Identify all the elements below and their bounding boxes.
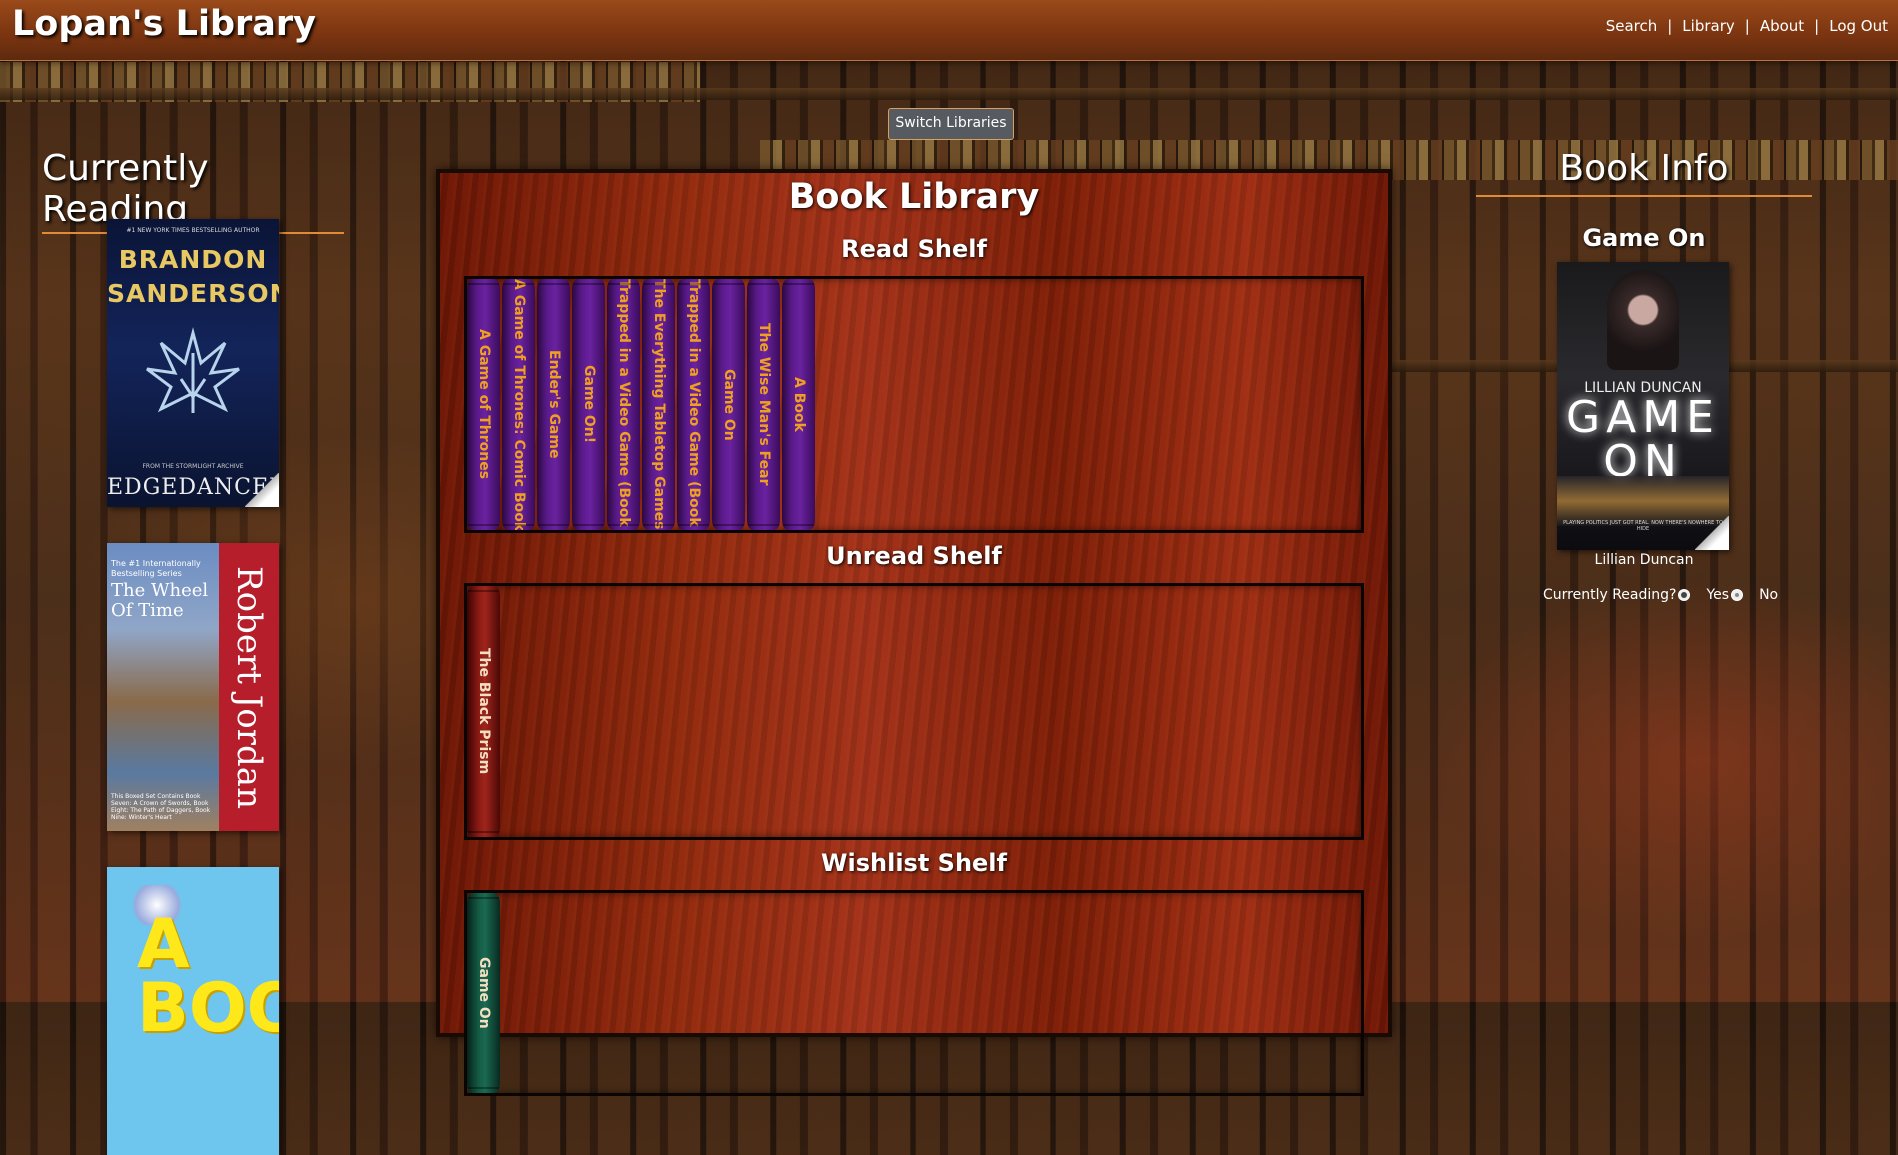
book-spine[interactable]: A Game of Thrones	[467, 279, 500, 530]
book-info-cover: LILLIAN DUNCAN GAME ON PLAYING POLITICS …	[1557, 262, 1729, 550]
cover-author: Robert Jordan	[229, 565, 269, 809]
book-info-author: Lillian Duncan	[1594, 552, 1694, 568]
book-info-heading: Book Info	[1476, 148, 1812, 197]
book-spine[interactable]: The Everything Tabletop Games ...	[642, 279, 675, 530]
read-shelf-title: Read Shelf	[841, 235, 987, 263]
book-spine[interactable]: The Black Prism	[467, 586, 500, 837]
cover-author: BRANDON SANDERSON	[107, 245, 279, 308]
yes-radio[interactable]	[1678, 589, 1691, 601]
wishlist-shelf-title: Wishlist Shelf	[821, 849, 1007, 877]
app-title[interactable]: Lopan's Library	[12, 4, 316, 44]
currently-reading-cover[interactable]: A BOOK	[107, 867, 279, 1155]
book-spine[interactable]: Ender's Game	[537, 279, 570, 530]
cover-title: A BOOK	[137, 905, 279, 1048]
book-spine[interactable]: Game On!	[572, 279, 605, 530]
book-info-title: Game On	[1582, 224, 1706, 252]
cover-bottom-text: This Boxed Set Contains Book Seven: A Cr…	[111, 793, 211, 821]
unread-shelf-title: Unread Shelf	[826, 542, 1002, 570]
read-shelf: A Game of Thrones A Game of Thrones: Com…	[464, 276, 1364, 533]
book-spine[interactable]: Game On	[712, 279, 745, 530]
book-library-panel: Book Library Read Shelf A Game of Throne…	[436, 169, 1392, 1096]
book-spine[interactable]: Game On	[467, 893, 500, 1093]
nav-about-link[interactable]: About	[1750, 17, 1814, 35]
page-curl	[1695, 516, 1729, 550]
background-shelf	[0, 88, 1898, 100]
currently-reading-cover[interactable]: #1 NEW YORK TIMES BESTSELLING AUTHOR BRA…	[107, 219, 279, 507]
book-spine[interactable]: The Wise Man's Fear	[747, 279, 780, 530]
top-navbar: Lopan's Library Search | Library | About…	[0, 0, 1898, 61]
no-label: No	[1759, 587, 1779, 603]
currently-reading-label: Currently Reading?	[1543, 587, 1677, 603]
currently-reading-toggle: Currently Reading? Yes No	[1543, 587, 1778, 603]
currently-reading-cover[interactable]: The #1 Internationally Bestselling Serie…	[107, 543, 279, 831]
page-curl	[245, 473, 279, 507]
no-radio[interactable]	[1731, 589, 1744, 601]
nav-logout-link[interactable]: Log Out	[1819, 17, 1898, 35]
nav-search-link[interactable]: Search	[1596, 17, 1668, 35]
cover-top-text: #1 NEW YORK TIMES BESTSELLING AUTHOR	[126, 227, 260, 234]
yes-label: Yes	[1706, 587, 1730, 603]
cover-subtitle: FROM THE STORMLIGHT ARCHIVE	[142, 463, 244, 470]
cover-artwork	[1607, 270, 1679, 370]
cover-title: The Wheel Of Time	[111, 580, 209, 621]
book-spine[interactable]: A Book	[782, 279, 815, 530]
book-spine[interactable]: A Game of Thrones: Comic Book	[502, 279, 535, 530]
wishlist-shelf: Game On	[464, 890, 1364, 1096]
cover-tagline: The #1 Internationally Bestselling Serie…	[111, 559, 201, 578]
nav-library-link[interactable]: Library	[1672, 17, 1744, 35]
stormlight-emblem-icon	[146, 327, 240, 413]
unread-shelf: The Black Prism	[464, 583, 1364, 840]
book-spine[interactable]: Trapped in a Video Game (Book 3)	[677, 279, 710, 530]
nav-links: Search | Library | About | Log Out	[1596, 17, 1898, 35]
cover-title: GAME ON	[1566, 392, 1720, 487]
book-spine[interactable]: Trapped in a Video Game (Book 1)	[607, 279, 640, 530]
library-title: Book Library	[788, 177, 1040, 217]
switch-libraries-button[interactable]: Switch Libraries	[888, 108, 1014, 140]
